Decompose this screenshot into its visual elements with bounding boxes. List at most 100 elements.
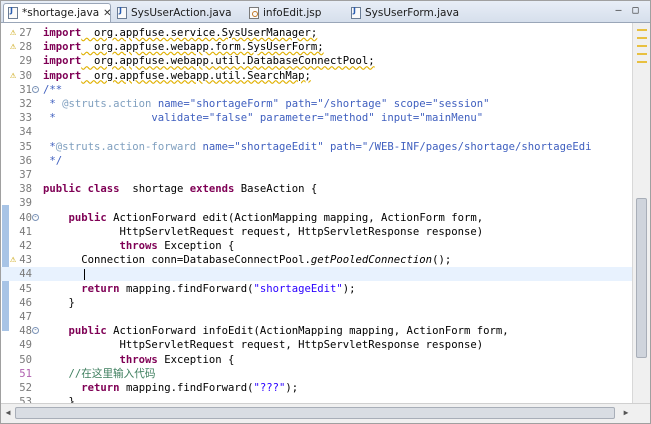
fold-toggle-icon[interactable]: -	[32, 213, 39, 221]
code-text: HttpServletRequest request, HttpServletR…	[43, 338, 484, 352]
line-number: 51	[19, 367, 32, 380]
code-line[interactable]: 45 return mapping.findForward("shortageE…	[1, 282, 632, 296]
code-line[interactable]: 38 public class shortage extends BaseActi…	[1, 182, 632, 196]
warning-marker[interactable]	[637, 61, 647, 63]
code-token: ActionForward edit(ActionMapping mapping…	[106, 211, 484, 224]
code-token: org.appfuse.webapp.util.DatabaseConnectP…	[81, 55, 375, 68]
warning-icon[interactable]: ⚠	[10, 70, 21, 81]
code-token: mapping.findForward(	[119, 382, 254, 394]
warning-marker[interactable]	[637, 45, 647, 47]
code-line[interactable]: 52 return mapping.findForward("???");	[1, 381, 632, 395]
overview-ruler[interactable]	[632, 23, 650, 403]
code-text: return mapping.findForward("???");	[43, 381, 298, 395]
code-line[interactable]: 37	[1, 168, 632, 182]
code-token: public	[43, 183, 82, 196]
line-number: 41	[19, 225, 32, 238]
code-text: import org.appfuse.webapp.util.DatabaseC…	[43, 54, 375, 68]
code-token: import	[43, 41, 82, 54]
code-token: Exception {	[157, 240, 235, 252]
tab-sysuserform-java[interactable]: SysUserForm.java	[347, 3, 465, 22]
vertical-scrollbar-thumb[interactable]	[636, 198, 647, 358]
code-line[interactable]: 35 *@struts.action-forward name="shortag…	[1, 140, 632, 154]
code-line[interactable]: 33 * validate="false" parameter="method"…	[1, 111, 632, 125]
code-token: import	[43, 69, 82, 82]
code-line[interactable]: 49 HttpServletRequest request, HttpServl…	[1, 338, 632, 352]
code-line[interactable]: 46 }	[1, 296, 632, 310]
code-token: org.appfuse.webapp.form.SysUserForm;	[81, 41, 324, 54]
code-token: Exception {	[157, 353, 235, 366]
line-number: 32	[19, 98, 32, 110]
code-token: BaseAction {	[234, 183, 318, 196]
code-token: throws	[119, 353, 158, 366]
code-token: getPooledConnection	[310, 254, 433, 267]
code-token: throws	[119, 240, 158, 252]
minimize-icon[interactable]: –	[613, 5, 624, 16]
horizontal-scrollbar[interactable]: ◀ ▶	[1, 403, 650, 423]
code-token: public	[68, 325, 107, 338]
code-text: }	[43, 395, 75, 403]
tab-infoedit-jsp[interactable]: infoEdit.jsp	[245, 3, 335, 22]
code-token: }	[43, 396, 75, 403]
code-line[interactable]: 47	[1, 310, 632, 324]
code-line[interactable]: 43 ⚠ Connection conn=DatabaseConnectPool.…	[1, 253, 632, 267]
line-number: 36	[19, 154, 32, 167]
close-icon[interactable]: ✕	[103, 8, 111, 19]
warning-icon[interactable]: ⚠	[10, 41, 21, 52]
fold-toggle-icon[interactable]: -	[32, 327, 39, 335]
code-token: );	[342, 282, 356, 295]
code-line[interactable]: 30 ⚠ import org.appfuse.webapp.util.Search…	[1, 69, 632, 83]
warning-marker[interactable]	[637, 53, 647, 55]
java-file-icon	[8, 6, 18, 19]
code-editor[interactable]: 27 ⚠ import org.appfuse.service.SysUserMan…	[1, 23, 632, 403]
code-token: name="shortageEdit" path="/WEB-INF/pages…	[196, 140, 592, 153]
code-line[interactable]: 29 import org.appfuse.webapp.util.Databas…	[1, 54, 632, 68]
code-text: * validate="false" parameter="method" in…	[43, 111, 483, 125]
warning-icon[interactable]: ⚠	[10, 27, 21, 38]
code-token: */	[43, 154, 63, 167]
code-token: "shortageEdit"	[253, 282, 343, 295]
code-token: * validate="false" parameter="method" in…	[43, 112, 484, 125]
code-token: public	[68, 211, 107, 224]
code-line[interactable]: 50 throws Exception {	[1, 353, 632, 367]
code-line[interactable]: 48- public ActionForward infoEdit(Action…	[1, 324, 632, 338]
code-token: return	[81, 382, 120, 394]
code-line[interactable]: 41 HttpServletRequest request, HttpServl…	[1, 225, 632, 239]
warning-marker[interactable]	[637, 37, 647, 39]
code-line[interactable]: 27 ⚠ import org.appfuse.service.SysUserMan…	[1, 26, 632, 40]
code-text: import org.appfuse.webapp.util.SearchMap…	[43, 69, 311, 83]
code-line[interactable]: 44	[1, 267, 632, 282]
code-token: HttpServletRequest request, HttpServletR…	[43, 225, 484, 238]
code-token: return	[81, 282, 120, 295]
code-line[interactable]: 32 * @struts.action name="shortageForm" …	[1, 97, 632, 111]
tab-sysuseraction-java[interactable]: SysUserAction.java	[113, 3, 241, 22]
line-number: 44	[19, 268, 32, 281]
horizontal-scrollbar-thumb[interactable]	[15, 407, 615, 419]
editor-tab-bar: *shortage.java ✕ SysUserAction.java info…	[1, 1, 650, 23]
code-line[interactable]: 31-/**	[1, 83, 632, 97]
scroll-left-icon[interactable]: ◀	[3, 408, 13, 418]
code-line[interactable]: 40- public ActionForward edit(ActionMapp…	[1, 211, 632, 225]
code-line[interactable]: 51 //在这里输入代码	[1, 367, 632, 381]
code-line[interactable]: 28 ⚠ import org.appfuse.webapp.form.SysUse…	[1, 40, 632, 54]
code-token: import	[43, 55, 82, 68]
code-text: public class shortage extends BaseAction…	[43, 182, 317, 196]
code-line[interactable]: 39	[1, 196, 632, 210]
fold-toggle-icon[interactable]: -	[32, 85, 39, 93]
code-token: import	[43, 27, 82, 39]
code-token: ();	[432, 254, 452, 267]
line-number: 39	[19, 197, 32, 210]
code-text: import org.appfuse.service.SysUserManage…	[43, 26, 317, 40]
maximize-icon[interactable]: □	[630, 5, 641, 16]
code-line[interactable]: 34	[1, 125, 632, 139]
code-line[interactable]: 42 throws Exception {	[1, 239, 632, 253]
warning-marker[interactable]	[637, 29, 647, 31]
warning-icon[interactable]: ⚠	[10, 254, 21, 265]
scroll-right-icon[interactable]: ▶	[621, 408, 631, 418]
code-text: return mapping.findForward("shortageEdit…	[43, 282, 356, 296]
code-line[interactable]: 53 }	[1, 395, 632, 403]
code-line[interactable]: 36 */	[1, 154, 632, 168]
tab-shortage-java[interactable]: *shortage.java ✕	[3, 3, 112, 22]
